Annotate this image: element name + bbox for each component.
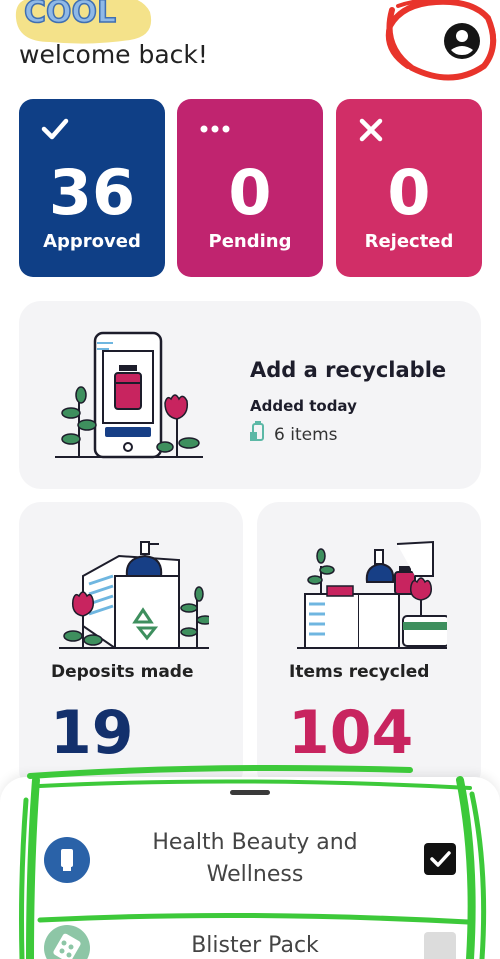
rejected-count: 0 xyxy=(387,156,431,229)
welcome-text: welcome back! xyxy=(19,40,208,69)
rejected-label: Rejected xyxy=(364,231,454,252)
rejected-card[interactable]: 0 Rejected xyxy=(336,99,482,277)
approved-label: Approved xyxy=(43,231,141,252)
close-icon xyxy=(359,118,383,142)
recycled-items-illustration xyxy=(297,540,447,649)
check-icon xyxy=(41,118,69,140)
approved-card[interactable]: 36 Approved xyxy=(19,99,165,277)
blister-pack-icon xyxy=(44,925,90,959)
added-today-label: Added today xyxy=(250,397,357,415)
pending-card[interactable]: 0 Pending xyxy=(177,99,323,277)
items-recycled-card[interactable]: Items recycled 104 xyxy=(257,502,481,792)
category-bottom-sheet[interactable]: Health Beauty and Wellness Blister Pack xyxy=(0,777,500,959)
approved-count: 36 xyxy=(48,156,136,229)
items-stack-icon xyxy=(250,421,264,441)
svg-text:COOL: COOL xyxy=(24,0,116,30)
deposits-card[interactable]: Deposits made 19 xyxy=(19,502,243,792)
add-recyclable-title: Add a recyclable xyxy=(250,358,447,382)
recycling-box-illustration xyxy=(59,541,209,649)
ellipsis-icon xyxy=(200,125,230,133)
account-circle-icon[interactable] xyxy=(443,22,481,60)
phone-recycling-illustration xyxy=(55,331,203,459)
drag-handle[interactable] xyxy=(230,790,270,795)
checkbox-health-beauty[interactable] xyxy=(424,843,456,875)
items-recycled-value: 104 xyxy=(288,698,414,768)
lotion-tube-icon xyxy=(44,837,90,883)
items-count: 6 items xyxy=(274,425,338,445)
deposits-value: 19 xyxy=(50,698,134,768)
category-label-blister-pack[interactable]: Blister Pack xyxy=(110,930,400,959)
deposits-label: Deposits made xyxy=(51,662,194,682)
add-recyclable-card[interactable]: Add a recyclable Added today 6 items xyxy=(19,301,481,489)
category-label-health-beauty[interactable]: Health Beauty and Wellness xyxy=(110,827,400,891)
items-recycled-label: Items recycled xyxy=(289,662,430,682)
pending-count: 0 xyxy=(228,156,272,229)
pending-label: Pending xyxy=(208,231,292,252)
checkbox-blister-pack[interactable] xyxy=(424,932,456,959)
